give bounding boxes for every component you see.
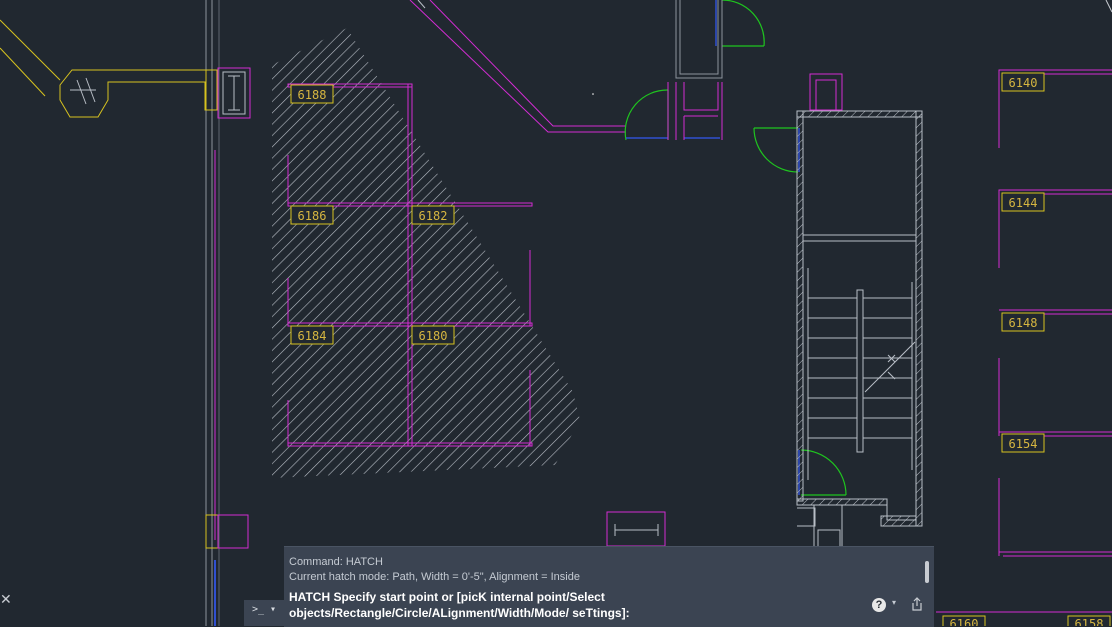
- svg-text:6158: 6158: [1075, 617, 1104, 626]
- drawing-canvas[interactable]: 6188 6186 6182 6184 6180 6140 6144 6148 …: [0, 0, 1112, 626]
- command-prompt-toggle[interactable]: >_ ▾: [244, 600, 284, 626]
- command-history-scrollbar[interactable]: [925, 561, 929, 583]
- edge-marker: [1105, 0, 1112, 13]
- svg-text:6180: 6180: [419, 329, 448, 343]
- svg-text:6184: 6184: [298, 329, 327, 343]
- svg-text:6182: 6182: [419, 209, 448, 223]
- svg-text:6140: 6140: [1009, 76, 1038, 90]
- share-icon[interactable]: [910, 597, 924, 611]
- svg-text:6144: 6144: [1009, 196, 1038, 210]
- diagonal-wall: [409, 0, 626, 133]
- stair-core: [796, 73, 923, 549]
- svg-text:6154: 6154: [1009, 437, 1038, 451]
- command-line-panel[interactable]: Command: HATCH Current hatch mode: Path,…: [284, 546, 934, 627]
- room-tag-6180[interactable]: 6180: [411, 325, 455, 345]
- column-bottom-center: [606, 511, 666, 547]
- help-dropdown-icon[interactable]: ▾: [892, 598, 896, 607]
- room-tag-6160[interactable]: 6160: [942, 615, 986, 626]
- room-tag-6158[interactable]: 6158: [1067, 615, 1111, 626]
- room-tag-6144[interactable]: 6144: [1001, 192, 1045, 212]
- command-history-line: Command: HATCH: [289, 556, 383, 568]
- room-tag-6186[interactable]: 6186: [290, 205, 334, 225]
- vestibule-walls: [667, 0, 723, 140]
- room-tag-6184[interactable]: 6184: [290, 325, 334, 345]
- room-tag-6148[interactable]: 6148: [1001, 312, 1045, 332]
- help-button[interactable]: ?: [872, 598, 886, 612]
- command-prompt-text[interactable]: HATCH Specify start point or [picK inter…: [289, 589, 849, 621]
- column-top-left: [217, 67, 251, 119]
- svg-text:6186: 6186: [298, 209, 327, 223]
- room-tag-6182[interactable]: 6182: [411, 205, 455, 225]
- yellow-beam-top-left: [0, 19, 219, 118]
- room-tag-6140[interactable]: 6140: [1001, 72, 1045, 92]
- svg-text:6148: 6148: [1009, 316, 1038, 330]
- cursor-point: [592, 93, 594, 95]
- svg-text:6188: 6188: [298, 88, 327, 102]
- command-history-line: Current hatch mode: Path, Width = 0'-5",…: [289, 571, 580, 583]
- room-tag-6188[interactable]: 6188: [290, 84, 334, 104]
- svg-text:6160: 6160: [950, 617, 979, 626]
- room-tag-6154[interactable]: 6154: [1001, 433, 1045, 453]
- close-command-line-icon[interactable]: ✕: [0, 592, 12, 606]
- prompt-icon: >_ ▾: [252, 604, 277, 615]
